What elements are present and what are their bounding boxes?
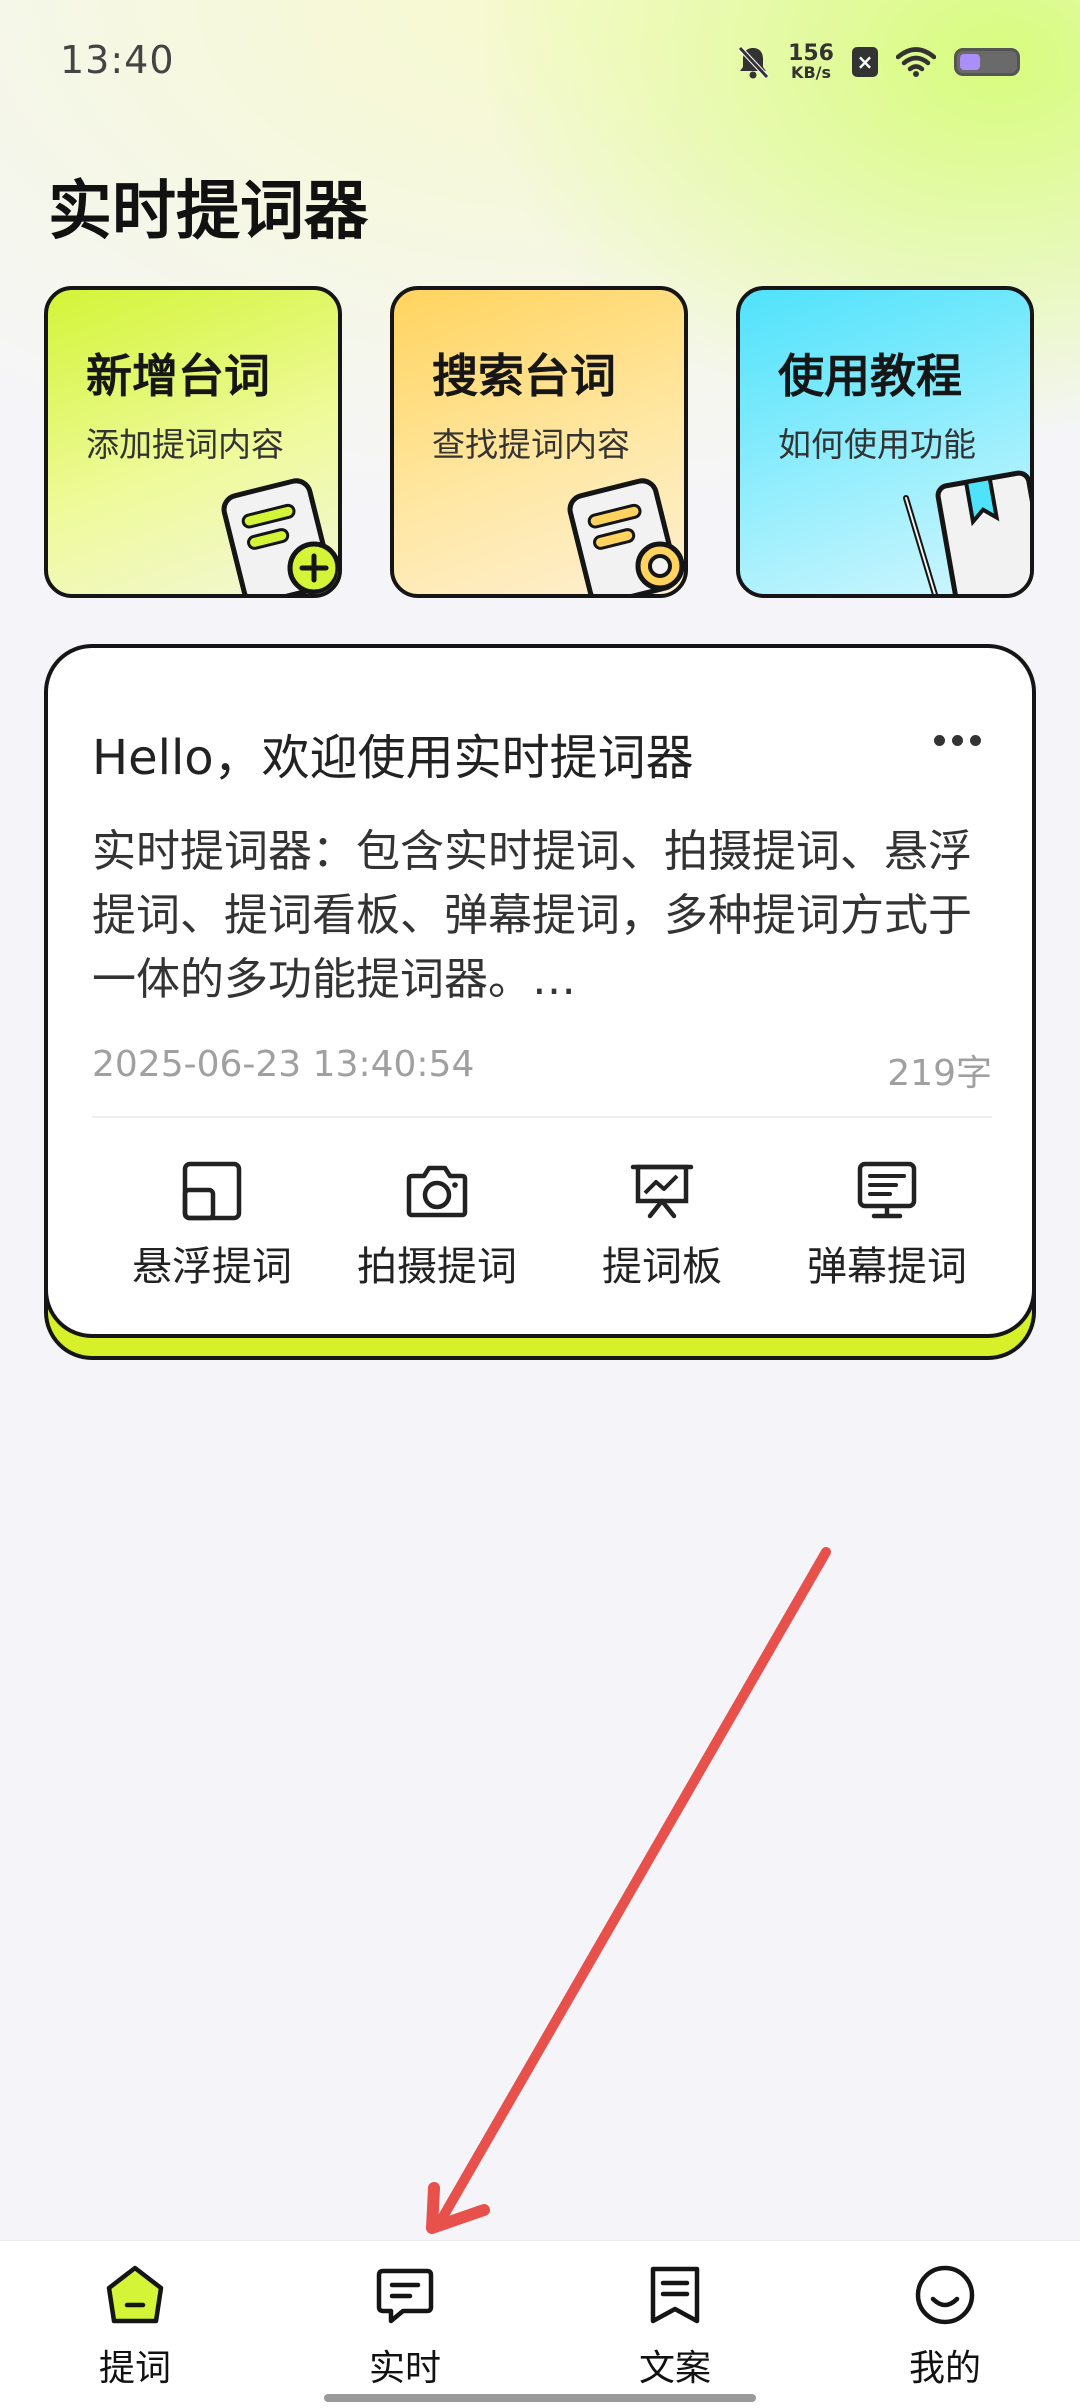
status-icons: 156 KB/s ×	[736, 38, 1020, 86]
nav-tab-realtime-label: 实时	[368, 2348, 441, 2389]
script-card-body: 实时提词器：包含实时提词、拍摄提词、悬浮提词、提词看板、弹幕提词，多种提词方式于…	[92, 826, 972, 1005]
document-icon	[650, 2266, 700, 2324]
search-script-title: 搜索台词	[432, 349, 616, 403]
net-speed-unit: KB/s	[791, 63, 832, 82]
book-icon	[903, 470, 1030, 594]
script-card-char-count: 219字	[887, 1053, 992, 1094]
add-note-icon	[221, 478, 338, 594]
script-card[interactable]: Hello，欢迎使用实时提词器 实时提词器：包含实时提词、拍摄提词、悬浮提词、提…	[44, 644, 1036, 1338]
nav-tab-mine[interactable]: 我的	[845, 2263, 1045, 2393]
home-icon	[106, 2265, 164, 2324]
float-prompt-label: 悬浮提词	[132, 1244, 292, 1290]
sim-x-icon: ×	[852, 47, 878, 77]
danmaku-prompt-label: 弹幕提词	[807, 1244, 967, 1290]
search-note-icon	[567, 478, 684, 594]
app-screen: 13:40 156 KB/s × 实时提词器 新增台词 添加提词内容 搜索台词 …	[0, 0, 1080, 2408]
nav-tab-prompt[interactable]: 提词	[35, 2263, 235, 2393]
chat-bubble-icon	[376, 2268, 434, 2324]
prompt-board-button[interactable]: 提词板	[552, 1148, 772, 1298]
nav-tab-prompt-label: 提词	[98, 2348, 171, 2389]
more-options-icon[interactable]	[922, 710, 992, 770]
camera-prompt-label: 拍摄提词	[357, 1244, 517, 1290]
danmaku-prompt-button[interactable]: 弹幕提词	[777, 1148, 997, 1298]
home-indicator[interactable]	[324, 2394, 756, 2402]
presentation-board-icon	[630, 1164, 694, 1219]
tutorial-title: 使用教程	[778, 349, 962, 403]
search-script-card[interactable]: 搜索台词 查找提词内容	[390, 286, 688, 598]
float-prompt-button[interactable]: 悬浮提词	[102, 1148, 322, 1298]
nav-tab-copywriting-label: 文案	[638, 2348, 711, 2389]
nav-tab-realtime[interactable]: 实时	[305, 2263, 505, 2393]
bell-off-icon	[738, 46, 769, 79]
bottom-navigation: 提词 实时 文案 我的	[0, 2240, 1080, 2408]
prompt-board-label: 提词板	[602, 1244, 722, 1290]
add-script-card[interactable]: 新增台词 添加提词内容	[44, 286, 342, 598]
status-time: 13:40	[60, 38, 175, 82]
divider	[92, 1116, 992, 1118]
add-script-title: 新增台词	[86, 349, 270, 403]
danmaku-monitor-icon	[857, 1161, 917, 1219]
script-card-datetime: 2025-06-23 13:40:54	[92, 1044, 475, 1085]
nav-tab-mine-label: 我的	[908, 2348, 981, 2389]
camera-prompt-button[interactable]: 拍摄提词	[327, 1148, 547, 1298]
status-bar: 13:40 156 KB/s ×	[0, 0, 1080, 120]
wifi-icon	[896, 47, 936, 77]
nav-tab-copywriting[interactable]: 文案	[575, 2263, 775, 2393]
float-window-icon	[182, 1161, 242, 1221]
battery-icon	[954, 48, 1020, 76]
net-speed: 156 KB/s	[788, 43, 834, 81]
net-speed-value: 156	[788, 41, 834, 66]
tutorial-card[interactable]: 使用教程 如何使用功能	[736, 286, 1034, 598]
page-title: 实时提词器	[48, 175, 368, 249]
camera-icon	[406, 1165, 468, 1218]
smile-face-icon	[915, 2265, 975, 2325]
script-card-title: Hello，欢迎使用实时提词器	[92, 730, 694, 786]
